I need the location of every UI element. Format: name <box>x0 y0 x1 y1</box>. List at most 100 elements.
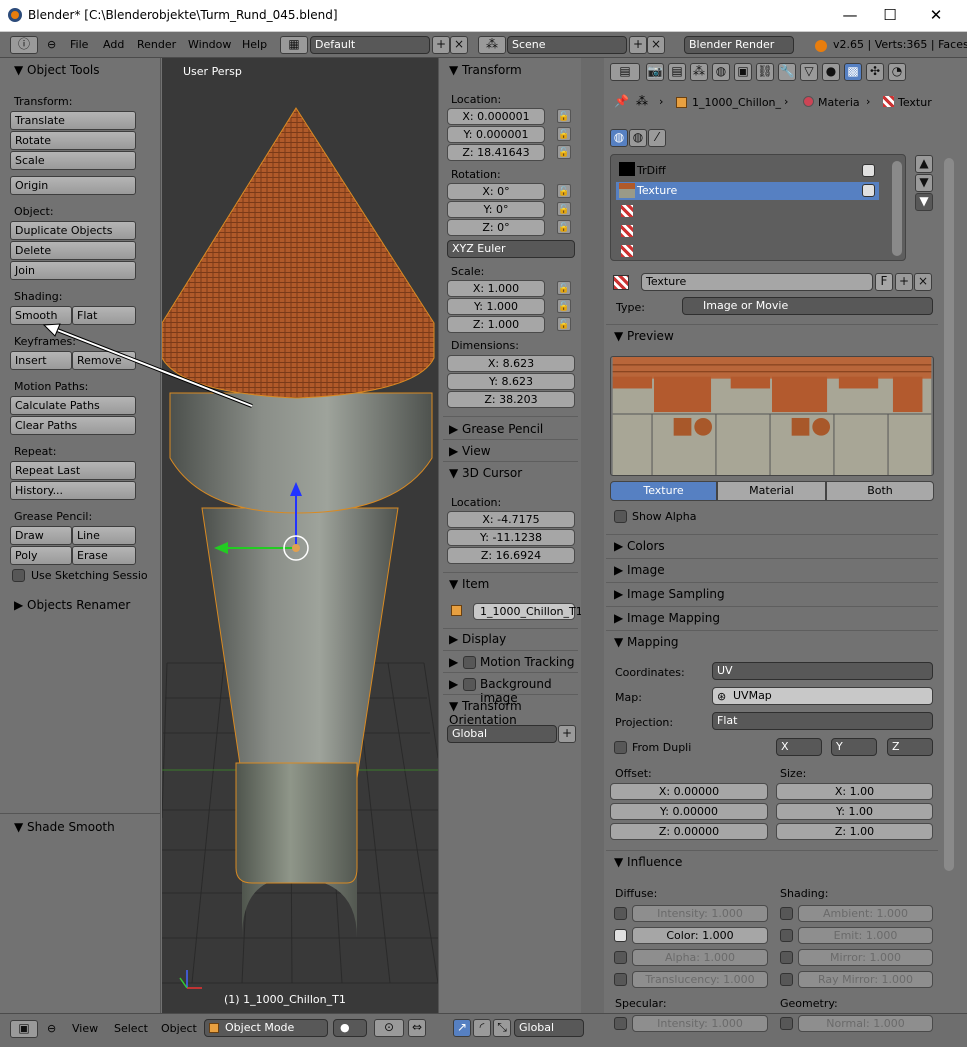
background-image-header[interactable]: ▶ <box>449 677 458 691</box>
alpha-checkbox[interactable] <box>614 951 627 964</box>
lock-icon[interactable]: 🔓 <box>557 220 571 234</box>
dimension-y-field[interactable]: Y: 8.623 <box>447 373 575 390</box>
mirror-checkbox[interactable] <box>780 951 793 964</box>
layout-field[interactable]: Default <box>310 36 430 54</box>
erase-button[interactable]: Erase <box>72 546 136 565</box>
ambient-field[interactable]: Ambient: 1.000 <box>798 905 933 922</box>
cursor-z-field[interactable]: Z: 16.6924 <box>447 547 575 564</box>
mapping-y-select[interactable]: Y <box>831 738 877 756</box>
material-textures-icon[interactable]: ◍ <box>610 129 628 147</box>
editor-type-icon[interactable]: ⓘ <box>10 36 38 54</box>
menu-view[interactable]: View <box>72 1022 98 1035</box>
brush-textures-icon[interactable]: ⁄ <box>648 129 666 147</box>
menu-file[interactable]: File <box>70 38 88 51</box>
ambient-checkbox[interactable] <box>780 907 793 920</box>
color-checkbox[interactable] <box>614 929 627 942</box>
scale-manipulator-icon[interactable]: ⤡ <box>493 1019 511 1037</box>
unlink-texture-icon[interactable]: × <box>914 273 932 291</box>
uv-map-field[interactable]: UVMap <box>712 687 933 705</box>
close-button[interactable]: ✕ <box>913 0 959 32</box>
mapping-header[interactable]: ▼ Mapping <box>614 635 679 649</box>
offset-z-field[interactable]: Z: 0.00000 <box>610 823 768 840</box>
display-header[interactable]: ▶ Display <box>449 632 506 646</box>
render-tab-icon[interactable]: 📷 <box>646 63 664 81</box>
material-tab-icon[interactable]: ● <box>822 63 840 81</box>
line-button[interactable]: Line <box>72 526 136 545</box>
render-layers-tab-icon[interactable]: ▤ <box>668 63 686 81</box>
sketching-checkbox[interactable] <box>12 569 25 582</box>
texture-type-select[interactable]: Image or Movie <box>682 297 933 315</box>
modifiers-tab-icon[interactable]: 🔧 <box>778 63 796 81</box>
menu-render[interactable]: Render <box>137 38 176 51</box>
influence-header[interactable]: ▼ Influence <box>614 855 682 869</box>
location-z-field[interactable]: Z: 18.41643 <box>447 144 545 161</box>
move-slot-up-icon[interactable]: ▲ <box>915 155 933 173</box>
cursor-x-field[interactable]: X: -4.7175 <box>447 511 575 528</box>
slot-trdiff[interactable]: TrDiff <box>637 164 666 177</box>
shade-smooth-header[interactable]: ▼ Shade Smooth <box>14 820 115 834</box>
translate-manipulator-icon[interactable]: ↗ <box>453 1019 471 1037</box>
mapping-x-select[interactable]: X <box>776 738 822 756</box>
intensity-checkbox[interactable] <box>614 907 627 920</box>
normal-checkbox[interactable] <box>780 1017 793 1030</box>
add-orientation-icon[interactable]: + <box>558 725 576 743</box>
emit-field[interactable]: Emit: 1.000 <box>798 927 933 944</box>
world-textures-icon[interactable]: ◍ <box>629 129 647 147</box>
preview-texture-tab[interactable]: Texture <box>610 481 717 501</box>
scale-y-field[interactable]: Y: 1.000 <box>447 298 545 315</box>
size-x-field[interactable]: X: 1.00 <box>776 783 933 800</box>
menu-window[interactable]: Window <box>188 38 231 51</box>
preview-header[interactable]: ▼ Preview <box>614 329 674 343</box>
dimension-z-field[interactable]: Z: 38.203 <box>447 391 575 408</box>
properties-editor-type-icon[interactable]: ▤ <box>610 63 640 81</box>
lock-icon[interactable]: 🔓 <box>557 184 571 198</box>
offset-x-field[interactable]: X: 0.00000 <box>610 783 768 800</box>
add-layout-icon[interactable]: + <box>432 36 450 54</box>
properties-scrollbar[interactable] <box>944 158 954 871</box>
screen-layout-icon[interactable]: ▦ <box>280 36 308 54</box>
preview-material-tab[interactable]: Material <box>717 481 826 501</box>
rotate-manipulator-icon[interactable]: ◜ <box>473 1019 491 1037</box>
menu-help[interactable]: Help <box>242 38 267 51</box>
physics-tab-icon[interactable]: ◔ <box>888 63 906 81</box>
alpha-field[interactable]: Alpha: 1.000 <box>632 949 768 966</box>
spec-intensity-checkbox[interactable] <box>614 1017 627 1030</box>
slot-texture[interactable]: Texture <box>637 184 677 197</box>
draw-button[interactable]: Draw <box>10 526 72 545</box>
intensity-field[interactable]: Intensity: 1.000 <box>632 905 768 922</box>
preview-both-tab[interactable]: Both <box>826 481 934 501</box>
rotation-x-field[interactable]: X: 0° <box>447 183 545 200</box>
spec-intensity-field[interactable]: Intensity: 1.000 <box>632 1015 768 1032</box>
object-tab-icon[interactable]: ▣ <box>734 63 752 81</box>
emit-checkbox[interactable] <box>780 929 793 942</box>
show-alpha-checkbox[interactable] <box>614 510 627 523</box>
3d-cursor-header[interactable]: ▼ 3D Cursor <box>449 466 522 480</box>
lock-icon[interactable]: 🔓 <box>557 145 571 159</box>
cursor-y-field[interactable]: Y: -11.1238 <box>447 529 575 546</box>
slot-enable-checkbox[interactable] <box>862 164 875 177</box>
scene-icon[interactable]: ⁂ <box>478 36 506 54</box>
mirror-field[interactable]: Mirror: 1.000 <box>798 949 933 966</box>
motion-tracking-checkbox[interactable] <box>463 656 476 669</box>
particles-tab-icon[interactable]: ✣ <box>866 63 884 81</box>
location-y-field[interactable]: Y: 0.000001 <box>447 126 545 143</box>
data-tab-icon[interactable]: ▽ <box>800 63 818 81</box>
translucency-checkbox[interactable] <box>614 973 627 986</box>
pin-icon[interactable]: 📌 <box>614 94 629 108</box>
ray-mirror-checkbox[interactable] <box>780 973 793 986</box>
empty-slot-icon[interactable] <box>621 225 633 237</box>
size-z-field[interactable]: Z: 1.00 <box>776 823 933 840</box>
lock-icon[interactable]: 🔓 <box>557 127 571 141</box>
location-x-field[interactable]: X: 0.000001 <box>447 108 545 125</box>
rotation-z-field[interactable]: Z: 0° <box>447 219 545 236</box>
new-texture-icon[interactable]: + <box>895 273 913 291</box>
grease-pencil-header[interactable]: ▶ Grease Pencil <box>449 422 543 436</box>
from-dupli-checkbox[interactable] <box>614 741 627 754</box>
item-name-field[interactable]: 1_1000_Chillon_T1 <box>473 603 583 620</box>
mapping-z-select[interactable]: Z <box>887 738 933 756</box>
slot-enable-checkbox[interactable] <box>862 184 875 197</box>
size-y-field[interactable]: Y: 1.00 <box>776 803 933 820</box>
rotation-mode-select[interactable]: XYZ Euler <box>447 240 575 258</box>
rotation-y-field[interactable]: Y: 0° <box>447 201 545 218</box>
manipulator-toggle-icon[interactable]: ⇔ <box>408 1019 426 1037</box>
